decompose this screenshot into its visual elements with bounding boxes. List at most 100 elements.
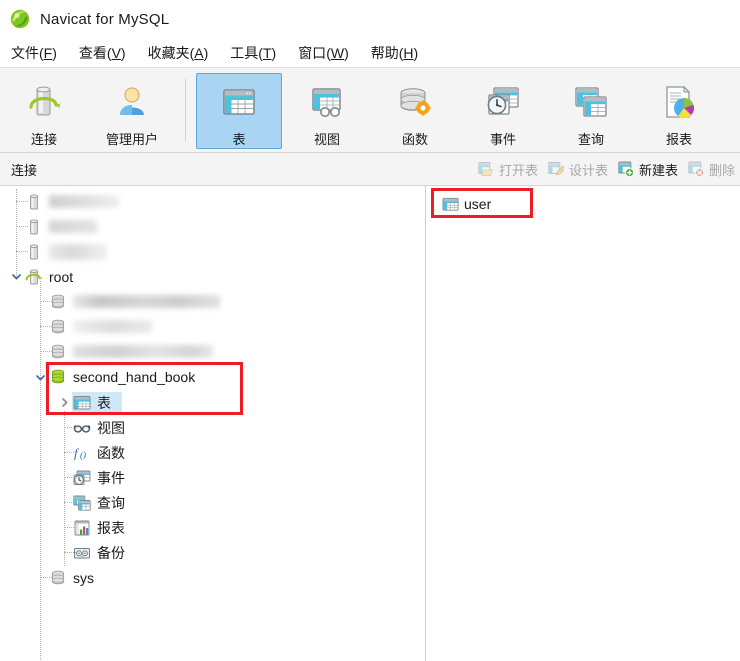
tree-guide-branch (64, 477, 76, 478)
menu-file-label: 文件 (11, 44, 39, 61)
event-icon (481, 82, 525, 122)
menu-file-accel: F (43, 44, 53, 61)
workspace: root second_hand_book 表 视图 f () 函数 事件 查询… (0, 186, 740, 661)
new-table-icon (618, 161, 635, 178)
tree-guide-branch (16, 251, 28, 252)
toolbar-button-view-label: 视图 (313, 132, 340, 147)
menu-view[interactable]: 查看(V) (79, 41, 134, 65)
redacted-label (73, 295, 220, 308)
menu-window[interactable]: 窗口(W) (298, 41, 357, 65)
menu-file[interactable]: 文件(F) (11, 41, 65, 65)
menu-tools[interactable]: 工具(T) (230, 41, 284, 65)
menu-help-label: 帮助 (370, 44, 399, 61)
chevron-right-icon[interactable] (56, 390, 72, 415)
connection-tree-panel[interactable]: root second_hand_book 表 视图 f () 函数 事件 查询… (0, 186, 426, 661)
toolbar-button-query[interactable]: 查询 (548, 73, 634, 149)
menu-favorites[interactable]: 收藏夹(A) (148, 41, 217, 65)
function-icon (393, 82, 437, 122)
toolbar-button-function-label: 函数 (401, 132, 428, 147)
tree-guide-branch (16, 201, 28, 202)
tree-item-redacted-database[interactable] (0, 339, 425, 364)
toolbar-button-event-label: 事件 (489, 132, 516, 147)
table-icon (441, 195, 459, 213)
design-table-icon (548, 161, 565, 178)
connection-active-icon (24, 267, 44, 287)
open-table-button[interactable]: 打开表 (473, 153, 543, 185)
tree-item-events[interactable]: 事件 (0, 465, 425, 490)
tree-guide-branch (64, 552, 76, 553)
tree-guide-branch (64, 527, 76, 528)
table-actions: 打开表 设计表 新建表 删除 (473, 153, 740, 185)
tree-item-redacted-connection[interactable] (0, 214, 425, 239)
svg-text:(): () (80, 450, 86, 460)
menu-help-accel: H (403, 44, 414, 61)
tree-item-sys[interactable]: sys (0, 565, 425, 590)
delete-table-button[interactable]: 删除 (683, 153, 740, 185)
navicat-window: Navicat for MySQL 文件(F) 查看(V) 收藏夹(A) 工具(… (0, 0, 740, 661)
open-table-label: 打开表 (498, 162, 538, 178)
design-table-label: 设计表 (568, 162, 608, 178)
tree-item-reports-label: 报表 (97, 519, 125, 536)
title-bar: Navicat for MySQL (0, 0, 740, 38)
delete-table-icon (688, 161, 705, 178)
tree-item-queries[interactable]: 查询 (0, 490, 425, 515)
tree-item-tables-label: 表 (97, 394, 111, 411)
chevron-down-icon[interactable] (8, 264, 24, 289)
tree-item-redacted-database[interactable] (0, 314, 425, 339)
secondary-toolbar: 连接 打开表 设计表 新建表 删除 (0, 153, 740, 186)
tree-item-tables[interactable]: 表 (0, 390, 425, 415)
toolbar-button-view[interactable]: 视图 (284, 73, 370, 149)
toolbar-button-table-label: 表 (232, 132, 246, 147)
redacted-label (49, 243, 107, 260)
tree-item-reports[interactable]: 报表 (0, 515, 425, 540)
toolbar-button-manage-users-label: 管理用户 (105, 132, 158, 147)
table-icon (72, 393, 92, 413)
menu-bar: 文件(F) 查看(V) 收藏夹(A) 工具(T) 窗口(W) 帮助(H) (0, 38, 740, 67)
toolbar-button-connection[interactable]: 连接 (1, 73, 87, 149)
tree-item-second-hand-book-label: second_hand_book (73, 369, 196, 385)
database-open-icon (48, 367, 68, 387)
tree-item-queries-label: 查询 (97, 494, 125, 511)
delete-table-label: 删除 (708, 162, 735, 178)
chevron-down-icon[interactable] (32, 365, 48, 390)
object-list-panel[interactable]: user (427, 186, 740, 661)
tree-item-root-label: root (49, 268, 74, 285)
tree-item-events-label: 事件 (97, 469, 125, 486)
manage-users-icon (110, 82, 154, 122)
tree-guide-branch (40, 326, 52, 327)
connection-section-label: 连接 (11, 162, 38, 178)
table-icon (217, 82, 261, 122)
tree-item-backups-label: 备份 (97, 544, 125, 561)
tree-item-second-hand-book[interactable]: second_hand_book (0, 364, 425, 390)
tree-item-sys-label: sys (73, 569, 94, 586)
new-table-label: 新建表 (638, 162, 678, 178)
toolbar-button-report[interactable]: 报表 (636, 73, 722, 149)
list-item[interactable]: user (427, 193, 740, 215)
menu-view-label: 查看 (78, 44, 107, 61)
tree-item-views[interactable]: 视图 (0, 415, 425, 440)
new-table-button[interactable]: 新建表 (613, 153, 683, 185)
tree-item-views-label: 视图 (97, 419, 125, 436)
report-icon (657, 82, 701, 122)
menu-favorites-label: 收藏夹 (147, 44, 190, 61)
menu-help[interactable]: 帮助(H) (371, 41, 426, 65)
tree-item-root-connection[interactable]: root (0, 264, 425, 289)
toolbar-button-manage-users[interactable]: 管理用户 (89, 73, 175, 149)
toolbar-button-event[interactable]: 事件 (460, 73, 546, 149)
tree-item-redacted-connection[interactable] (0, 239, 425, 264)
tree-item-functions[interactable]: f () 函数 (0, 440, 425, 465)
connection-icon (22, 82, 66, 122)
tree-item-backups[interactable]: 备份 (0, 540, 425, 565)
menu-tools-accel: T (262, 44, 272, 61)
toolbar-button-function[interactable]: 函数 (372, 73, 458, 149)
tree-guide-branch (16, 226, 28, 227)
menu-window-label: 窗口 (298, 44, 327, 61)
toolbar-button-table[interactable]: 表 (196, 73, 282, 149)
toolbar-button-report-label: 报表 (665, 132, 692, 147)
tree-item-functions-label: 函数 (97, 444, 125, 461)
tree-item-redacted-database[interactable] (0, 289, 425, 314)
design-table-button[interactable]: 设计表 (543, 153, 613, 185)
tree-guide-branch (40, 577, 52, 578)
redacted-label (73, 345, 213, 358)
tree-item-redacted-connection[interactable] (0, 189, 425, 214)
